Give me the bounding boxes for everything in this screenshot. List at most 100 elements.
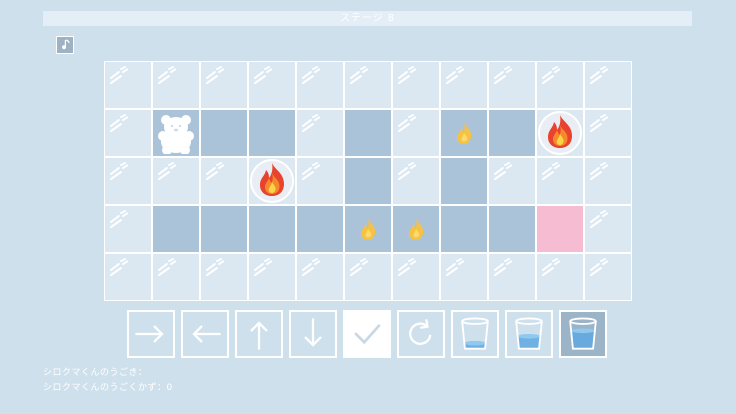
ice-cell [584, 109, 632, 157]
ice-sparkle-icon [110, 258, 128, 276]
ice-cell [488, 253, 536, 301]
arrow-right-icon [135, 325, 164, 343]
polar-bear-icon [158, 115, 194, 154]
ice-cell [152, 157, 200, 205]
music-note-icon [62, 39, 70, 50]
ice-cell [392, 157, 440, 205]
ice-cell [440, 253, 488, 301]
flame-cell [392, 205, 440, 253]
cup-medium-water-icon [515, 317, 543, 350]
cup-small-button[interactable] [451, 310, 499, 358]
ice-cell [536, 61, 584, 109]
ice-sparkle-icon [446, 258, 464, 276]
ice-cell [200, 157, 248, 205]
ice-cell [344, 61, 392, 109]
ice-sparkle-icon [206, 66, 224, 84]
ice-cell [584, 61, 632, 109]
ice-cell [296, 253, 344, 301]
path-cell [440, 205, 488, 253]
ice-sparkle-icon [110, 114, 128, 132]
ice-sparkle-icon [590, 258, 608, 276]
cup-large-button[interactable] [559, 310, 607, 358]
path-cell [440, 157, 488, 205]
ice-sparkle-icon [350, 66, 368, 84]
fire-cell [536, 109, 584, 157]
cup-low-water-icon [461, 317, 489, 350]
path-cell [200, 109, 248, 157]
path-cell [344, 157, 392, 205]
ice-cell [104, 157, 152, 205]
path-cell [248, 109, 296, 157]
ice-cell [392, 61, 440, 109]
ice-sparkle-icon [398, 114, 416, 132]
ice-cell [536, 157, 584, 205]
ice-cell [536, 253, 584, 301]
fire-cell [248, 157, 296, 205]
ice-cell [104, 253, 152, 301]
path-cell [488, 109, 536, 157]
ice-sparkle-icon [590, 162, 608, 180]
big-fire-icon [538, 111, 582, 155]
ice-sparkle-icon [206, 258, 224, 276]
path-cell [248, 205, 296, 253]
ice-cell [152, 61, 200, 109]
ice-cell [392, 253, 440, 301]
ice-cell [104, 109, 152, 157]
right-button[interactable] [127, 310, 175, 358]
ice-sparkle-icon [494, 66, 512, 84]
ice-cell [584, 205, 632, 253]
ice-sparkle-icon [398, 162, 416, 180]
flame-cell [440, 109, 488, 157]
ice-sparkle-icon [206, 162, 224, 180]
ice-cell [104, 61, 152, 109]
ice-sparkle-icon [398, 258, 416, 276]
ice-cell [200, 61, 248, 109]
left-button[interactable] [181, 310, 229, 358]
ice-cell [392, 109, 440, 157]
bear-move-count-label: シロクマくんのうごくかず：0 [43, 383, 173, 393]
ice-cell [584, 157, 632, 205]
ice-sparkle-icon [398, 66, 416, 84]
ice-sparkle-icon [590, 114, 608, 132]
ice-cell [344, 253, 392, 301]
up-button[interactable] [235, 310, 283, 358]
path-cell [200, 205, 248, 253]
flame-cell [344, 205, 392, 253]
ice-cell [248, 61, 296, 109]
ice-sparkle-icon [542, 66, 560, 84]
confirm-button[interactable] [343, 310, 391, 358]
down-button[interactable] [289, 310, 337, 358]
rotate-icon [409, 319, 432, 345]
ice-sparkle-icon [158, 162, 176, 180]
ice-sparkle-icon [494, 258, 512, 276]
ice-cell [488, 61, 536, 109]
ice-sparkle-icon [110, 66, 128, 84]
ice-cell [584, 253, 632, 301]
ice-sparkle-icon [542, 258, 560, 276]
ice-cell [152, 253, 200, 301]
small-flame-icon [457, 122, 472, 144]
sound-toggle-button[interactable] [56, 36, 74, 54]
arrow-down-icon [304, 318, 322, 347]
goal-cell [536, 205, 584, 253]
path-cell [344, 109, 392, 157]
ice-sparkle-icon [158, 66, 176, 84]
bear-cell [152, 109, 200, 157]
path-cell [296, 205, 344, 253]
game-board [104, 61, 632, 301]
ice-cell [296, 61, 344, 109]
small-flame-icon [361, 218, 376, 240]
arrow-left-icon [192, 325, 221, 343]
ice-sparkle-icon [302, 114, 320, 132]
ice-sparkle-icon [254, 258, 272, 276]
ice-sparkle-icon [110, 162, 128, 180]
ice-cell [488, 157, 536, 205]
path-cell [488, 205, 536, 253]
reset-button[interactable] [397, 310, 445, 358]
ice-sparkle-icon [590, 66, 608, 84]
cup-medium-button[interactable] [505, 310, 553, 358]
ice-cell [296, 157, 344, 205]
ice-sparkle-icon [446, 66, 464, 84]
ice-sparkle-icon [302, 162, 320, 180]
ice-cell [200, 253, 248, 301]
